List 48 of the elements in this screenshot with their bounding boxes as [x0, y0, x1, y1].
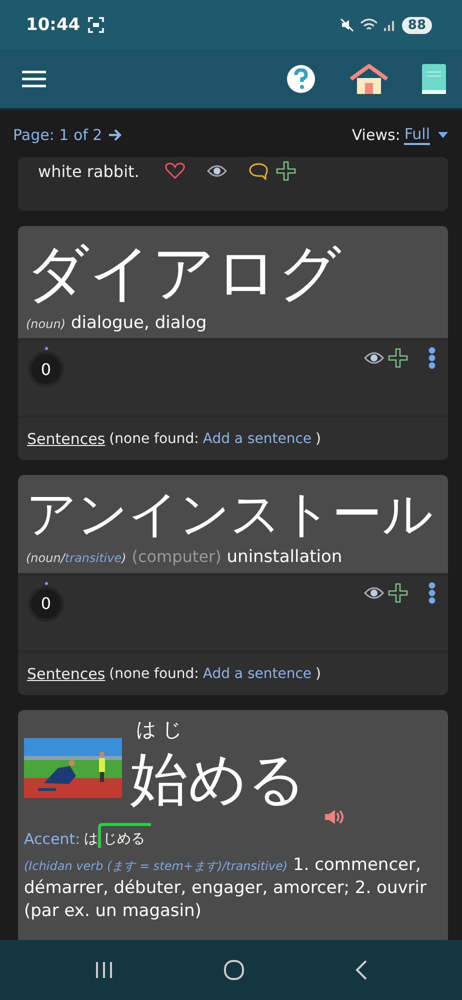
accent-low: は [84, 830, 98, 848]
arrow-icon [108, 128, 122, 142]
plus-icon [276, 161, 296, 181]
dot-icon [44, 347, 48, 350]
heart-icon [165, 162, 186, 180]
sentences-link[interactable]: Sentences [27, 664, 106, 683]
eye-icon [207, 164, 228, 178]
plus-icon [388, 582, 408, 603]
caret-icon [438, 132, 448, 138]
add-sentence-link[interactable]: Add a sentence [202, 666, 312, 682]
sentence-text: white rabbit. [38, 162, 140, 180]
definition: (Ichidan verb (ます = stem+ます)/transitive) 1. commencer, démarrer, débuter, engager, amorcer; 2. ouvrir (par ex. un magasin) [24, 854, 428, 924]
count-badge: 0 [28, 586, 64, 622]
battery-level: 88 [402, 16, 432, 34]
clock: 10:44 [26, 15, 80, 35]
closing-paren: ) [316, 431, 321, 448]
help-icon[interactable] [286, 64, 316, 94]
word-heading: 始める [130, 744, 306, 815]
none-found-text: (none found: [109, 431, 199, 448]
definition: (noun/transitive) (computer) uninstallation [26, 546, 344, 569]
definition: (noun) dialogue, dialog [26, 312, 208, 334]
eye-icon [364, 586, 384, 600]
mute-icon [340, 18, 354, 32]
count-badge: 0 [28, 351, 64, 388]
more-button[interactable] [428, 347, 436, 370]
plus-icon [388, 348, 408, 368]
word-heading: ダイアログ [26, 235, 342, 311]
page-link[interactable]: Page: 1 of 2 [13, 126, 122, 144]
menu-button[interactable] [22, 70, 46, 88]
wifi-icon [360, 18, 378, 32]
more-button[interactable] [428, 582, 436, 604]
signal-icon [384, 19, 396, 31]
add-sentence-link[interactable]: Add a sentence [202, 431, 312, 448]
views-label: Views: [352, 126, 400, 144]
sentences-link[interactable]: Sentences [27, 430, 106, 448]
accent-high: じめる [98, 823, 152, 848]
furigana: はじ [136, 716, 189, 743]
dot-icon [44, 582, 48, 585]
word-heading: アンインストール [26, 484, 434, 546]
speaker-icon[interactable] [324, 809, 344, 826]
closing-paren: ) [316, 666, 321, 682]
none-found-text: (none found: [109, 666, 199, 682]
speech-bubble-icon [249, 162, 268, 180]
home-icon[interactable] [350, 64, 388, 94]
view-selector[interactable]: Full [404, 125, 430, 145]
eye-icon [364, 351, 384, 366]
screenshot-icon [88, 17, 104, 33]
accent-label: Accent: [24, 830, 80, 848]
